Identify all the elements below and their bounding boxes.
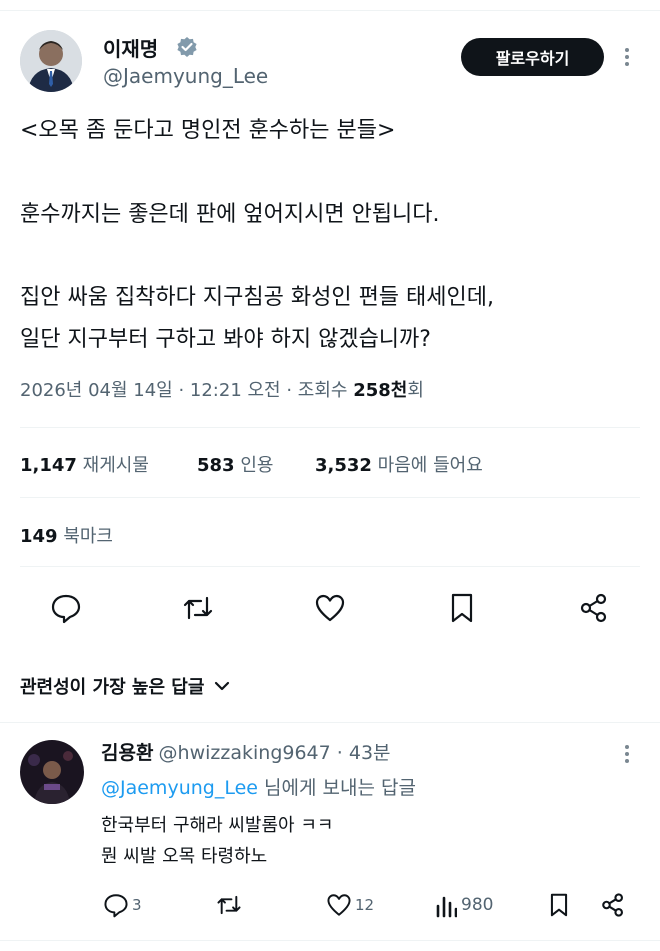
bookmark-count: 149 [20,526,58,547]
reply-header: 김용환 @hwizzaking9647 · 43분 [101,738,391,765]
tweet-views-suffix: 회 [407,380,424,401]
reply-like-action[interactable]: 12 [326,892,374,918]
verified-badge-icon [176,36,198,58]
reply-sort-dropdown[interactable]: 관련성이 가장 높은 답글 [20,673,230,699]
tweet-views: 258천 [353,380,408,401]
divider [20,497,640,498]
reply-icon [103,892,129,918]
reply-avatar[interactable] [20,740,84,804]
replying-to-handle-link[interactable]: @Jaemyung_Lee [101,777,258,799]
like-count: 3,532 [315,455,372,476]
reply-author-handle[interactable]: @hwizzaking9647 · 43분 [159,742,391,764]
analytics-icon [435,892,457,918]
retweet-icon[interactable] [181,592,215,624]
like-stat[interactable]: 3,532 마음에 들어요 [315,451,483,477]
retweet-label: 재게시물 [82,455,149,476]
retweet-stat[interactable]: 1,147 재게시물 [20,451,149,477]
reply-text-line-1: 한국부터 구해라 씨발롬아 ㅋㅋ [101,815,334,836]
top-divider [0,10,660,11]
reply-sort-label: 관련성이 가장 높은 답글 [20,677,205,698]
retweet-count: 1,147 [20,455,77,476]
reply-icon[interactable] [50,592,82,624]
reply-likes-count: 12 [355,896,375,914]
bottom-divider [0,940,660,941]
more-options-icon[interactable] [620,46,634,68]
author-handle[interactable]: @Jaemyung_Lee [103,64,268,88]
tweet-text-line-1: <오목 좀 둔다고 명인전 훈수하는 분들> [20,118,396,143]
replying-to: @Jaemyung_Lee 님에게 보내는 답글 [101,773,416,800]
tweet-timestamp[interactable]: 2026년 04월 14일 · 12:21 오전 · 조회수 258천회 [20,376,424,402]
tweet-text-line-2: 훈수까지는 좋은데 판에 엎어지시면 안됩니다. [20,202,440,227]
like-label: 마음에 들어요 [377,455,483,476]
retweet-icon[interactable] [215,892,243,918]
reply-more-options-icon[interactable] [620,743,634,765]
tweet-text-line-3: 집안 싸움 집착하다 지구침공 화성인 편들 태세인데, [20,285,494,310]
section-divider [0,722,660,723]
quote-stat[interactable]: 583 인용 [197,451,273,477]
reply-views-action[interactable]: 980 [435,892,493,918]
tweet-datetime: 2026년 04월 14일 · 12:21 오전 · 조회수 [20,380,354,401]
like-icon[interactable] [314,592,346,624]
reply-author-name[interactable]: 김용환 [101,742,153,764]
bookmark-stat[interactable]: 149 북마크 [20,522,113,548]
quote-label: 인용 [240,455,274,476]
reply-reply-action[interactable]: 3 [103,892,142,918]
reply-replies-count: 3 [132,896,142,914]
chevron-down-icon [214,676,230,697]
replying-to-suffix: 님에게 보내는 답글 [257,777,416,799]
bookmark-icon[interactable] [448,592,476,624]
reply-views-count: 980 [461,895,494,915]
bookmark-icon[interactable] [548,892,570,918]
divider [20,427,640,428]
follow-button[interactable]: 팔로우하기 [461,38,604,76]
bookmark-label: 북마크 [63,526,113,547]
author-avatar[interactable] [20,30,82,92]
tweet-text-line-4: 일단 지구부터 구하고 봐야 하지 않겠습니까? [20,327,431,352]
like-icon [326,892,352,918]
share-icon[interactable] [600,892,626,918]
share-icon[interactable] [578,592,610,624]
quote-count: 583 [197,455,235,476]
author-name[interactable]: 이재명 [103,33,158,62]
divider [20,566,640,567]
reply-text-line-2: 뭔 씨발 오목 타령하노 [101,846,268,867]
